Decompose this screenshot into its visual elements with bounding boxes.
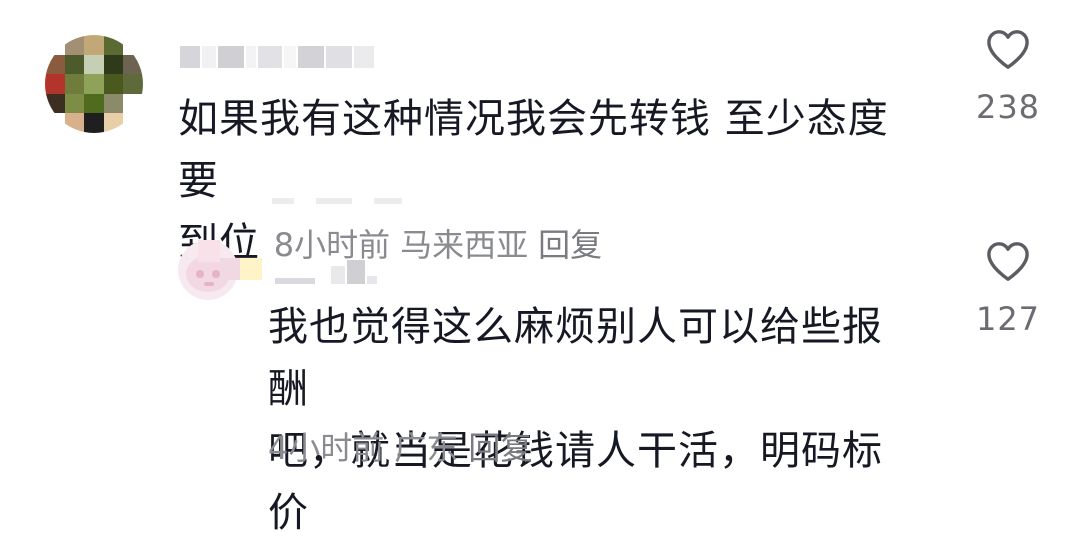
reply-button[interactable]: 回复	[538, 226, 602, 264]
heart-outline-icon	[987, 242, 1029, 281]
like-button[interactable]: 127	[972, 240, 1044, 338]
reply-meta: 4小时前 广东 回复	[268, 426, 532, 470]
username-redacted[interactable]	[180, 42, 376, 72]
comment-text: 如果我有这种情况我会先转钱 至少态度要 到位 8小时前马来西亚回复	[178, 88, 918, 276]
like-button[interactable]: 238	[972, 28, 1044, 126]
reply-time: 4小时前	[268, 429, 385, 467]
like-count: 127	[975, 300, 1041, 338]
avatar-redaction-block	[240, 258, 262, 280]
reply-text-line: 我也觉得这么麻烦别人可以给些报酬	[268, 304, 883, 412]
reply-text: 我也觉得这么麻烦别人可以给些报酬 吧，就当是花钱请人干活，明码标价	[268, 296, 918, 544]
pixelated-avatar-icon[interactable]	[45, 35, 143, 133]
comment-location: 马来西亚	[400, 226, 529, 264]
reply-button[interactable]: 回复	[468, 429, 532, 467]
like-count: 238	[975, 88, 1041, 126]
username-redacted[interactable]	[275, 256, 379, 284]
heart-outline-icon	[987, 30, 1029, 69]
collapsed-replies-hint	[272, 198, 402, 206]
reply-location: 广东	[394, 429, 459, 467]
avatar-redaction-block	[220, 258, 242, 280]
comment-text-line: 如果我有这种情况我会先转钱 至少态度要	[178, 96, 889, 204]
avatar-redaction-block	[198, 240, 220, 262]
